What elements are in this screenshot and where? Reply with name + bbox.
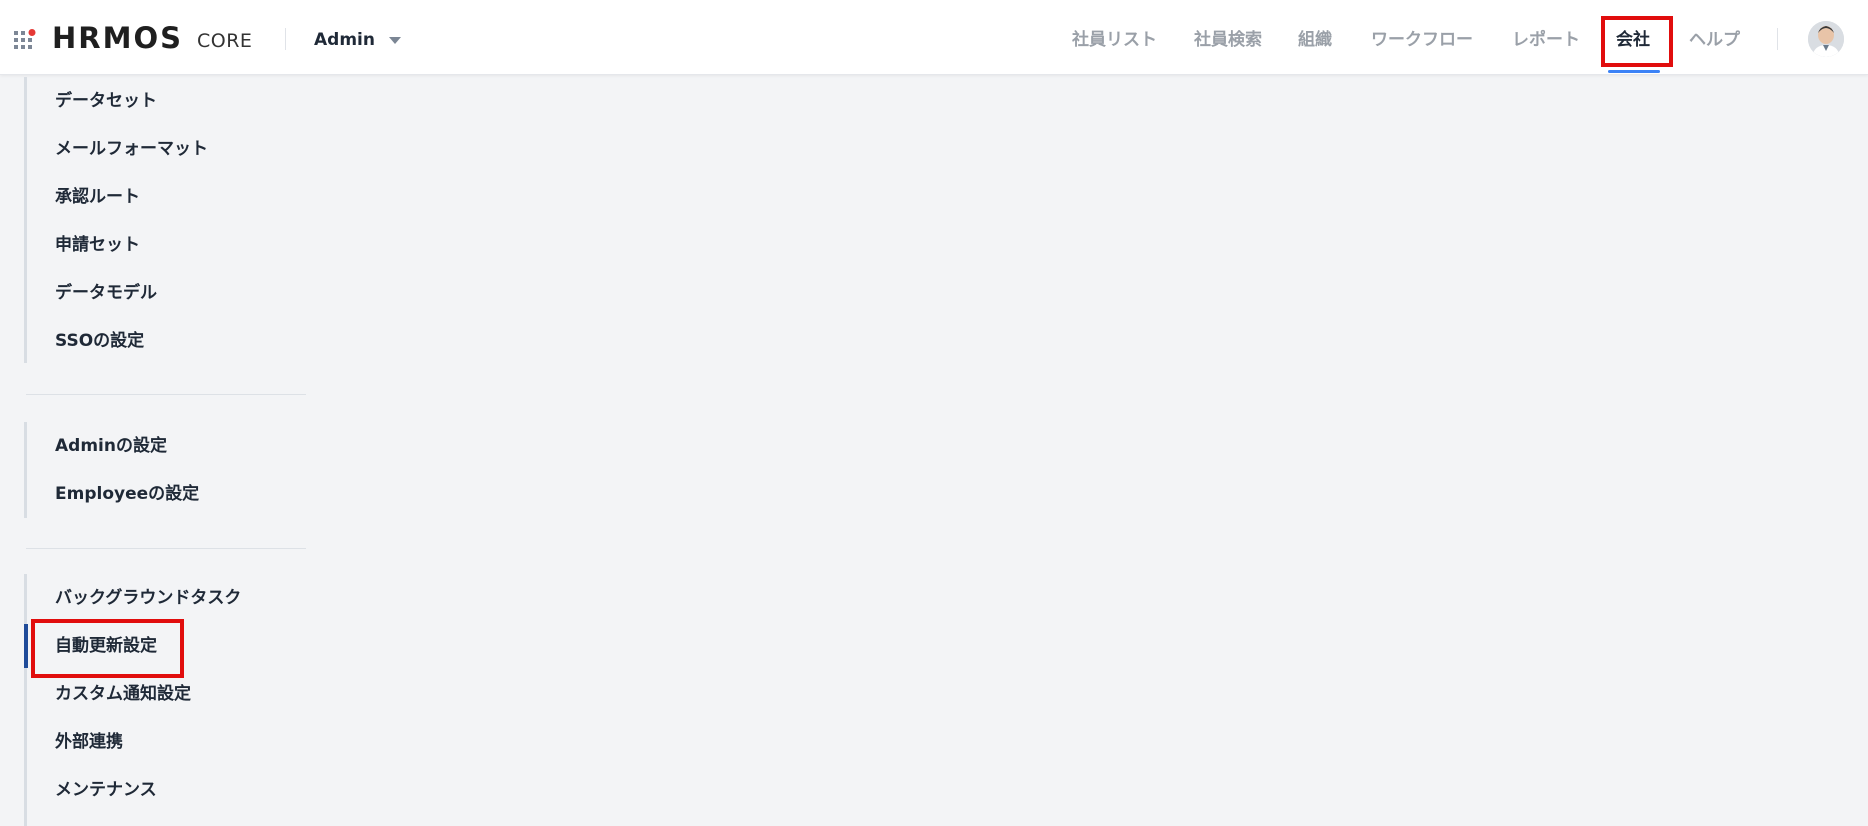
- nav-employee-list[interactable]: 社員リスト: [1072, 0, 1157, 74]
- nav-report[interactable]: レポート: [1512, 0, 1580, 74]
- nav-help[interactable]: ヘルプ: [1689, 0, 1740, 74]
- sidebar-item-auto-update-settings[interactable]: 自動更新設定: [24, 622, 317, 670]
- active-nav-indicator: [1608, 70, 1660, 73]
- top-header: HRMOS CORE Admin 社員リスト 社員検索 組織 ワークフロー レポ…: [0, 0, 1868, 75]
- settings-group-system: バックグラウンドタスク 自動更新設定 カスタム通知設定 外部連携 メンテナンス: [24, 574, 317, 826]
- sidebar-item-dataset[interactable]: データセット: [27, 77, 317, 125]
- nav-workflow[interactable]: ワークフロー: [1371, 0, 1473, 74]
- sidebar-item-data-model[interactable]: データモデル: [27, 269, 317, 317]
- user-avatar[interactable]: [1808, 21, 1844, 57]
- sidebar-item-employee-settings[interactable]: Employeeの設定: [27, 470, 317, 518]
- role-label: Admin: [314, 30, 375, 50]
- sidebar-item-external-integration[interactable]: 外部連携: [27, 718, 317, 766]
- user-photo-icon: [1808, 21, 1844, 57]
- sidebar-item-approval-route[interactable]: 承認ルート: [27, 173, 317, 221]
- sidebar-item-admin-settings[interactable]: Adminの設定: [27, 422, 317, 470]
- sidebar-item-sso-settings[interactable]: SSOの設定: [27, 317, 317, 365]
- nav-organization[interactable]: 組織: [1298, 0, 1332, 74]
- apps-grid-icon[interactable]: [14, 29, 38, 49]
- sidebar-item-application-set[interactable]: 申請セット: [27, 221, 317, 269]
- header-divider: [285, 28, 286, 50]
- nav-company[interactable]: 会社: [1616, 0, 1650, 74]
- sidebar-item-background-tasks[interactable]: バックグラウンドタスク: [27, 574, 317, 622]
- chevron-down-icon: [388, 36, 401, 44]
- sidebar-item-custom-notification-settings[interactable]: カスタム通知設定: [27, 670, 317, 718]
- logo-text: HRMOS: [52, 21, 183, 55]
- logo-subtext: CORE: [197, 29, 253, 52]
- settings-group-data: データセット メールフォーマット 承認ルート 申請セット データモデル SSOの…: [24, 77, 317, 363]
- hrmos-core-logo[interactable]: HRMOS CORE: [52, 21, 253, 55]
- role-switcher[interactable]: Admin: [314, 26, 401, 54]
- sidebar-item-maintenance[interactable]: メンテナンス: [27, 766, 317, 814]
- sidebar-divider: [26, 394, 306, 395]
- header-divider-right: [1777, 28, 1778, 50]
- settings-group-roles: Adminの設定 Employeeの設定: [24, 422, 317, 518]
- nav-employee-search[interactable]: 社員検索: [1194, 0, 1262, 74]
- sidebar-divider: [26, 548, 306, 549]
- sidebar-item-mail-format[interactable]: メールフォーマット: [27, 125, 317, 173]
- settings-sidebar: データセット メールフォーマット 承認ルート 申請セット データモデル SSOの…: [0, 74, 320, 826]
